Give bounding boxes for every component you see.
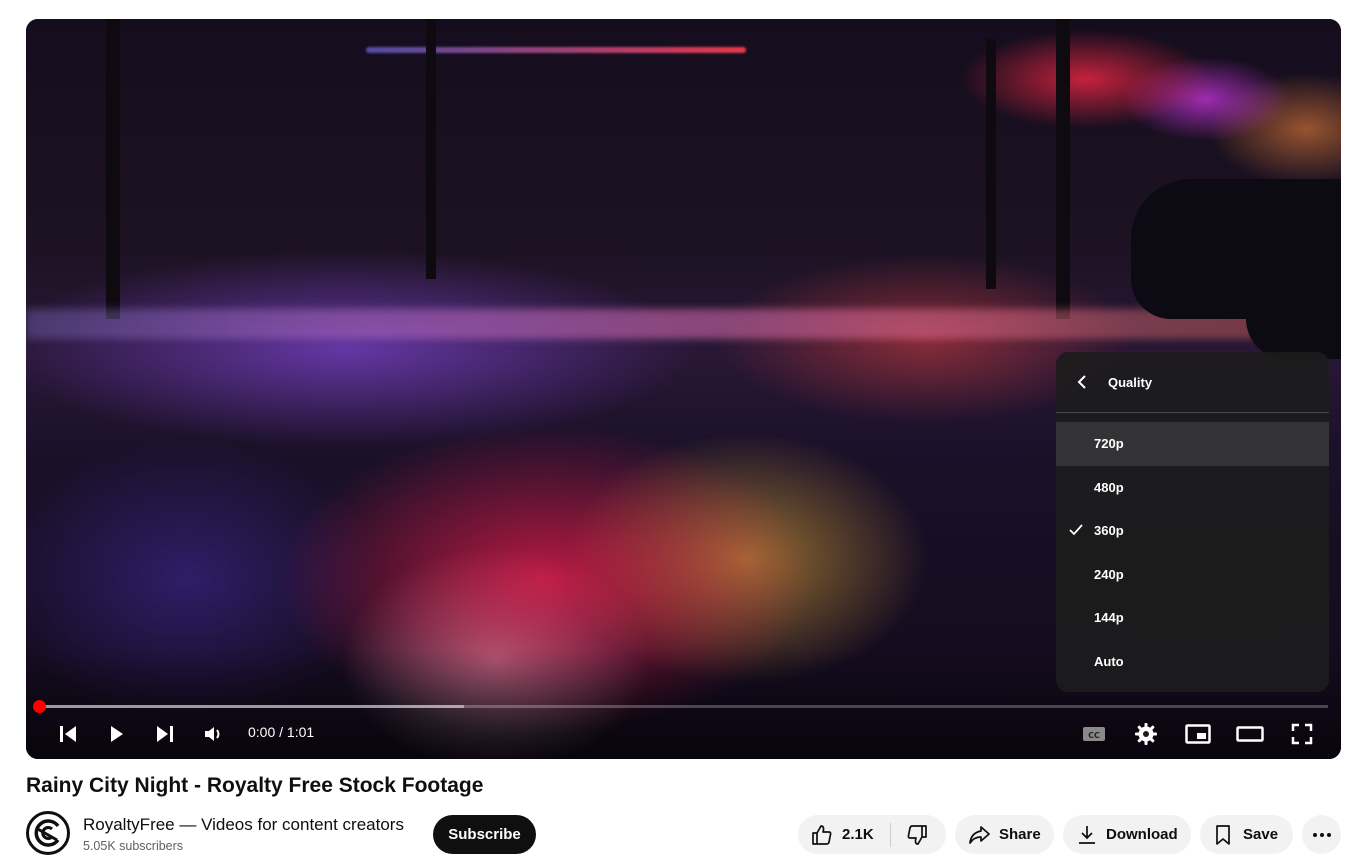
channel-logo-icon bbox=[34, 819, 60, 847]
video-player[interactable]: 0:00 / 1:01 CC Quality 720p 480p 360p 240p 1… bbox=[26, 19, 1341, 759]
download-button-content: Download bbox=[1063, 815, 1178, 854]
subscribe-button[interactable]: Subscribe bbox=[433, 815, 536, 854]
street-pole bbox=[986, 39, 996, 289]
previous-icon bbox=[60, 726, 76, 742]
channel-name[interactable]: RoyaltyFree — Videos for content creator… bbox=[83, 815, 404, 835]
street-pole bbox=[106, 19, 120, 319]
fullscreen-icon bbox=[1291, 723, 1313, 745]
like-count: 2.1K bbox=[842, 826, 874, 843]
progress-bar[interactable] bbox=[33, 700, 1328, 713]
thumbs-down-icon bbox=[907, 824, 927, 845]
share-icon bbox=[969, 825, 990, 844]
save-button[interactable]: Save bbox=[1200, 815, 1293, 854]
miniplayer-icon bbox=[1185, 724, 1211, 744]
chevron-left-icon bbox=[1056, 375, 1108, 389]
more-horizontal-icon bbox=[1312, 832, 1331, 837]
checkmark-icon bbox=[1068, 522, 1084, 541]
quality-option[interactable]: 360p bbox=[1056, 509, 1329, 553]
video-title: Rainy City Night - Royalty Free Stock Fo… bbox=[26, 774, 484, 797]
channel-avatar[interactable] bbox=[26, 811, 70, 855]
quality-option[interactable]: 720p bbox=[1056, 422, 1329, 466]
scrubber-knob[interactable] bbox=[33, 700, 46, 713]
like-dislike-group: 2.1K bbox=[798, 815, 946, 854]
quality-option[interactable]: 480p bbox=[1056, 466, 1329, 510]
quality-option-label: 720p bbox=[1094, 436, 1124, 452]
quality-menu-title: Quality bbox=[1108, 374, 1153, 390]
quality-options: 720p 480p 360p 240p 144p Auto bbox=[1056, 413, 1329, 683]
captions-icon: CC bbox=[1083, 727, 1105, 741]
previous-button[interactable] bbox=[53, 719, 83, 749]
thumbs-up-icon bbox=[812, 824, 832, 845]
miniplayer-button[interactable] bbox=[1183, 719, 1213, 749]
quality-menu: Quality 720p 480p 360p 240p 144p Auto bbox=[1056, 352, 1329, 692]
play-button[interactable] bbox=[101, 719, 131, 749]
settings-gear-icon bbox=[1135, 723, 1157, 745]
next-icon bbox=[157, 726, 173, 742]
quality-option-label: 144p bbox=[1094, 610, 1124, 626]
mute-button[interactable] bbox=[198, 719, 228, 749]
download-button[interactable]: Download bbox=[1063, 815, 1191, 854]
quality-option[interactable]: Auto bbox=[1056, 640, 1329, 684]
subscriber-count: 5.05K subscribers bbox=[83, 839, 184, 853]
theater-mode-button[interactable] bbox=[1235, 719, 1265, 749]
theater-mode-icon bbox=[1236, 726, 1264, 742]
download-icon bbox=[1079, 825, 1095, 844]
captions-button[interactable]: CC bbox=[1079, 719, 1109, 749]
volume-icon bbox=[205, 727, 220, 741]
play-icon bbox=[111, 726, 123, 742]
quality-option[interactable]: 144p bbox=[1056, 596, 1329, 640]
share-button-content: Share bbox=[955, 815, 1041, 854]
like-button[interactable]: 2.1K bbox=[798, 815, 890, 854]
download-label: Download bbox=[1106, 826, 1178, 843]
quality-option-label: 480p bbox=[1094, 479, 1124, 495]
street-pole bbox=[1056, 19, 1070, 319]
dislike-button[interactable] bbox=[891, 815, 945, 854]
street-pole bbox=[426, 19, 436, 279]
quality-menu-back[interactable]: Quality bbox=[1056, 352, 1329, 413]
more-actions-button[interactable] bbox=[1302, 815, 1341, 854]
quality-option-label: 360p bbox=[1094, 523, 1124, 539]
share-label: Share bbox=[999, 826, 1041, 843]
next-button[interactable] bbox=[150, 719, 180, 749]
fullscreen-button[interactable] bbox=[1287, 719, 1317, 749]
save-label: Save bbox=[1243, 826, 1279, 843]
save-button-content: Save bbox=[1200, 815, 1278, 854]
time-display: 0:00 / 1:01 bbox=[248, 724, 315, 740]
share-button[interactable]: Share bbox=[955, 815, 1054, 854]
settings-button[interactable] bbox=[1131, 719, 1161, 749]
wet-curb bbox=[26, 309, 1341, 339]
quality-option[interactable]: 240p bbox=[1056, 553, 1329, 597]
quality-option-label: 240p bbox=[1094, 566, 1124, 582]
bookmark-icon bbox=[1216, 824, 1230, 845]
neon-sign bbox=[366, 47, 746, 53]
buffer-bar bbox=[39, 705, 465, 708]
quality-option-label: Auto bbox=[1094, 653, 1124, 669]
svg-text:CC: CC bbox=[1088, 731, 1100, 740]
